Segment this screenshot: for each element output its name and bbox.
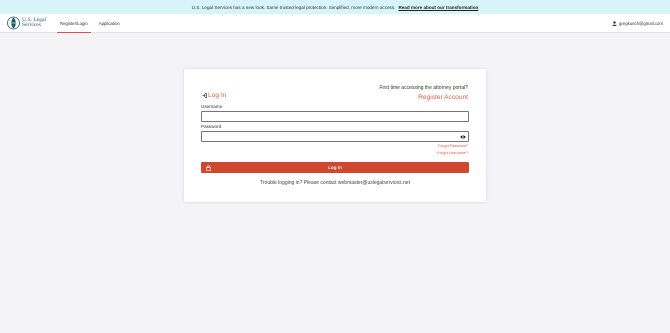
- announcement-banner: U.S. Legal Services has a new look. Same…: [0, 0, 670, 14]
- main-nav: Register/Login Application: [57, 14, 128, 33]
- top-header: U.S. Legal Services Register/Login Appli…: [0, 14, 670, 33]
- login-button-label: Log In: [328, 165, 342, 170]
- first-time-text: First time accessing the attorney portal…: [379, 85, 468, 91]
- banner-text: U.S. Legal Services has a new look. Same…: [191, 4, 396, 10]
- login-card: Log In First time accessing the attorney…: [184, 69, 486, 202]
- user-email: gregkunch@gmail.com: [618, 21, 663, 26]
- logo-line2: Services: [22, 22, 41, 28]
- password-label: Password: [201, 124, 222, 129]
- tab-application[interactable]: Application: [96, 14, 123, 33]
- user-icon: [612, 21, 617, 26]
- login-heading: Log In: [202, 92, 226, 99]
- tab-register-login[interactable]: Register/Login: [57, 14, 91, 33]
- lock-icon: [206, 164, 211, 171]
- logo-text: U.S. Legal Services: [22, 17, 46, 29]
- login-button[interactable]: Log In: [201, 162, 469, 173]
- show-password-toggle[interactable]: [457, 132, 468, 142]
- login-arrow-icon: [202, 93, 207, 98]
- register-account-link[interactable]: Register Account: [418, 94, 468, 101]
- logo[interactable]: U.S. Legal Services: [7, 16, 46, 30]
- login-title: Log In: [208, 92, 227, 99]
- eye-icon: [459, 135, 466, 139]
- username-input[interactable]: [201, 111, 469, 122]
- password-input[interactable]: [201, 131, 469, 142]
- username-label: Username: [201, 104, 223, 109]
- trouble-text: Trouble logging in? Please contact webma…: [260, 180, 410, 186]
- user-menu[interactable]: gregkunch@gmail.com: [612, 14, 663, 33]
- banner-link[interactable]: Read more about our transformation: [398, 5, 478, 10]
- forgot-password-link[interactable]: Forgot Password?: [438, 144, 468, 148]
- forgot-username-link[interactable]: Forgot Username?: [437, 151, 468, 155]
- logo-mark-icon: [7, 16, 20, 30]
